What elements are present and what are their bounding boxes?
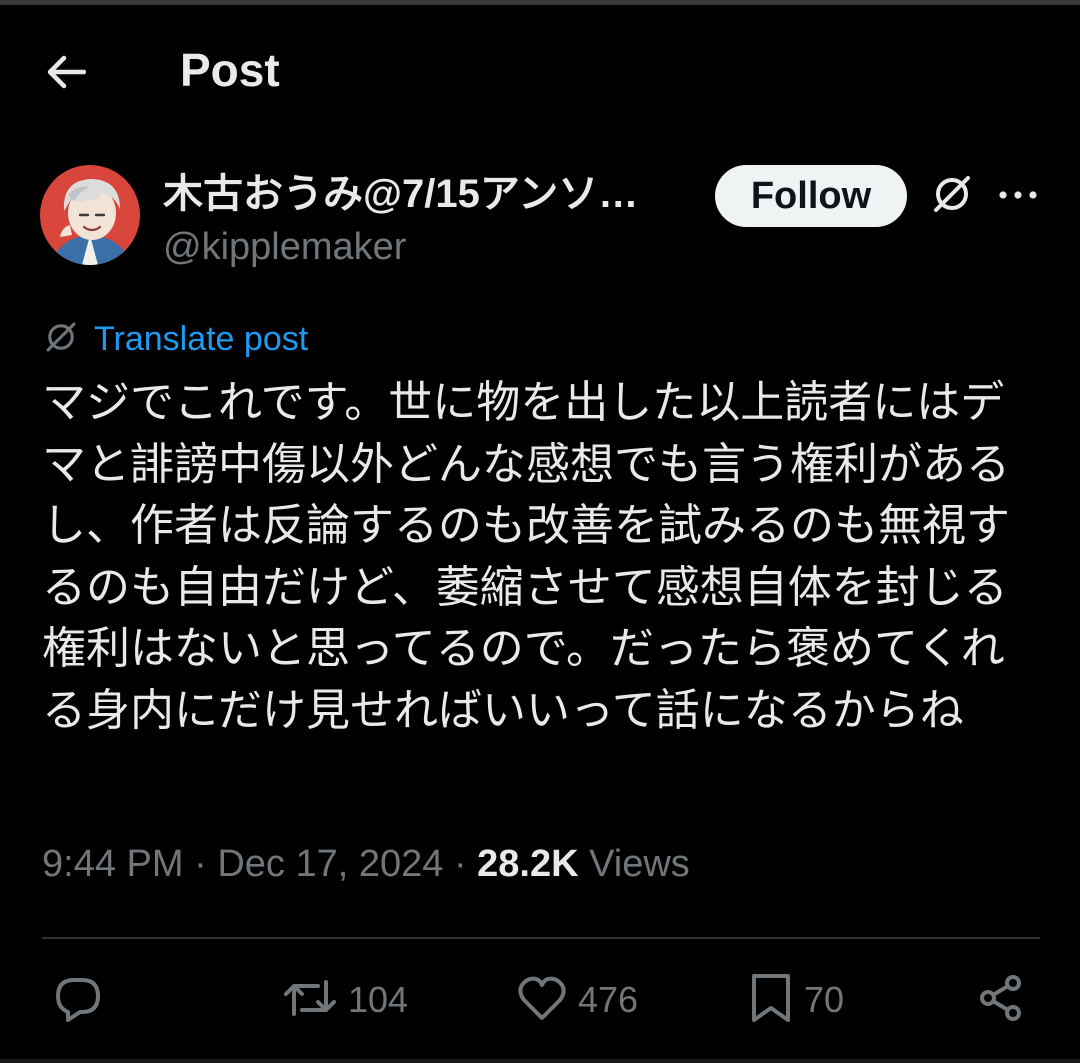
share-button[interactable] <box>976 960 1026 1040</box>
more-options-button[interactable] <box>996 172 1040 220</box>
views-label: Views <box>589 843 690 885</box>
retweet-count: 104 <box>348 979 409 1020</box>
meta-separator: · <box>194 843 207 885</box>
page-title: Post <box>180 44 280 96</box>
bottom-edge <box>0 1059 1080 1063</box>
reply-button[interactable] <box>52 960 104 1040</box>
meta-separator: · <box>453 843 467 885</box>
views-count[interactable]: 28.2K <box>477 843 578 885</box>
retweet-button[interactable]: 104 <box>282 960 408 1040</box>
retweet-icon <box>282 974 338 1027</box>
follow-button[interactable]: Follow <box>715 165 907 227</box>
grok-button[interactable] <box>928 172 976 220</box>
translate-post-label: Translate post <box>94 319 309 358</box>
like-button[interactable]: 476 <box>516 960 638 1040</box>
author-display-name[interactable]: 木古おうみ@7/15アンソ… <box>163 168 693 220</box>
heart-icon <box>516 974 568 1027</box>
translate-post-link[interactable]: Translate post <box>42 316 308 362</box>
engagement-bar: 104 476 70 <box>0 960 1080 1040</box>
back-button[interactable] <box>38 46 94 102</box>
divider <box>42 937 1040 939</box>
like-count: 476 <box>578 979 639 1020</box>
bookmark-icon <box>748 972 794 1029</box>
post-meta: 9:44 PM · Dec 17, 2024 · 28.2K Views <box>42 838 690 890</box>
grok-slash-circle-icon <box>42 318 80 361</box>
share-icon <box>976 973 1026 1028</box>
reply-bubble-icon <box>52 972 104 1029</box>
arrow-left-icon <box>46 55 87 94</box>
bookmark-count: 70 <box>804 979 845 1020</box>
avatar[interactable] <box>40 165 140 265</box>
post-time[interactable]: 9:44 PM <box>42 843 184 885</box>
author-handle[interactable]: @kipplemaker <box>163 222 406 272</box>
top-edge <box>0 0 1080 5</box>
grok-slash-circle-icon <box>930 172 974 221</box>
post-date[interactable]: Dec 17, 2024 <box>217 843 443 885</box>
more-dots-icon <box>998 187 1038 205</box>
header-bar: Post <box>0 30 1080 110</box>
bookmark-button[interactable]: 70 <box>748 960 844 1040</box>
post-body-text: マジでこれです。世に物を出した以上読者にはデマと誹謗中傷以外どんな感想でも言う権… <box>42 378 1010 735</box>
